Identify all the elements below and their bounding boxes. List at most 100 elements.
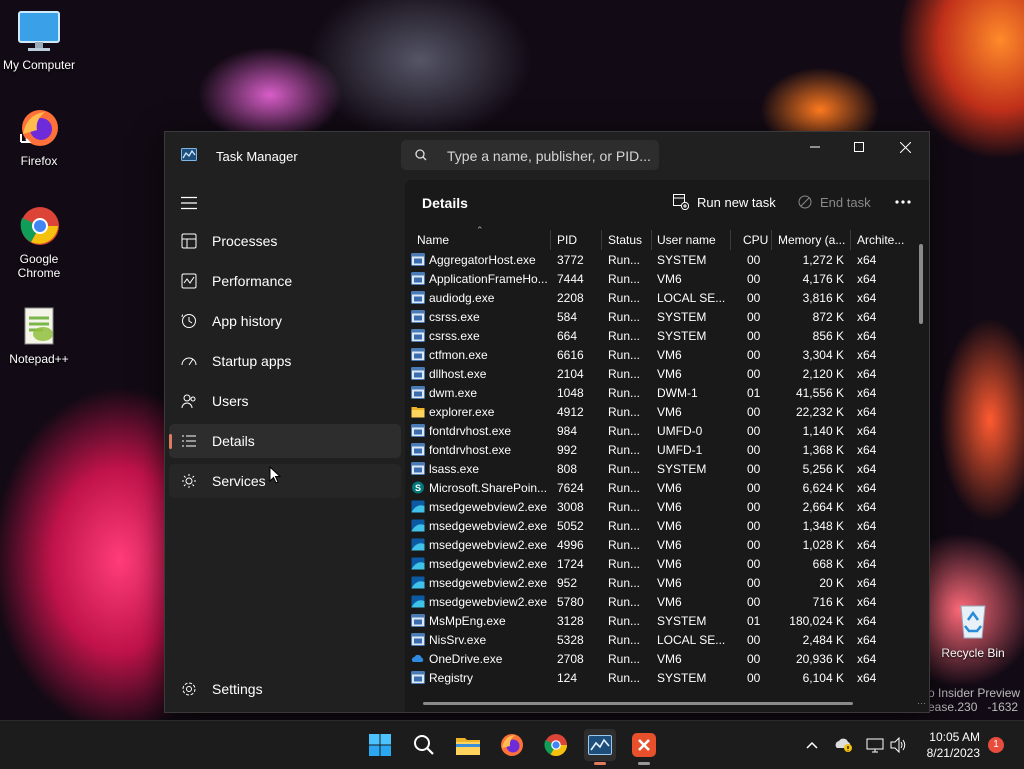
column-divider[interactable] [550, 230, 551, 250]
table-row[interactable]: AggregatorHost.exe 3772 Run... SYSTEM 00 1,27… [405, 251, 915, 270]
cell-name: ctfmon.exe [429, 348, 488, 362]
chevron-up-icon [806, 741, 818, 749]
running-app-indicator [638, 762, 650, 765]
cell-user: VM6 [657, 500, 682, 514]
process-icon [411, 310, 425, 323]
details-icon [182, 435, 196, 447]
table-row[interactable]: csrss.exe 584 Run... SYSTEM 00 872 K x64 [405, 308, 915, 327]
cell-pid: 3008 [557, 500, 584, 514]
system-clock[interactable]: 10:05 AM 8/21/2023 [918, 729, 980, 761]
table-row[interactable]: msedgewebview2.exe 1724 Run... VM6 00 668 K x6… [405, 555, 915, 574]
cell-name: explorer.exe [429, 405, 495, 419]
column-header-pid[interactable]: PID [557, 233, 577, 247]
title-bar[interactable]: Task Manager [165, 132, 929, 180]
nav-item-startup-apps[interactable]: Startup apps [169, 344, 401, 378]
resize-grip-icon[interactable]: ⋯ [917, 698, 926, 709]
volume-tray-button[interactable] [886, 729, 912, 761]
table-row[interactable]: MsMpEng.exe 3128 Run... SYSTEM 01 180,024 K x6… [405, 612, 915, 631]
column-header-name[interactable]: Name [417, 233, 449, 247]
column-header-memory[interactable]: Memory (a... [778, 233, 848, 247]
maximize-button[interactable] [836, 132, 882, 162]
column-divider[interactable] [651, 230, 652, 250]
column-header-architecture[interactable]: Archite... [857, 233, 913, 247]
cell-cpu: 00 [747, 348, 761, 362]
column-divider[interactable] [850, 230, 851, 250]
taskbar-firefox[interactable] [496, 729, 528, 761]
nav-item-app-history[interactable]: App history [169, 304, 401, 338]
search-input[interactable] [445, 140, 659, 172]
cell-arch: x64 [857, 595, 877, 609]
nav-item-users[interactable]: Users [169, 384, 401, 418]
desktop-icon-my-computer[interactable]: My Computer [0, 10, 78, 72]
nav-item-details[interactable]: Details [169, 424, 401, 458]
nav-item-settings[interactable]: Settings [169, 672, 401, 706]
cell-arch: x64 [857, 481, 877, 495]
column-header-status[interactable]: Status [608, 233, 642, 247]
table-row[interactable]: csrss.exe 664 Run... SYSTEM 00 856 K x64 [405, 327, 915, 346]
cell-name: AggregatorHost.exe [429, 253, 536, 267]
table-row[interactable]: msedgewebview2.exe 3008 Run... VM6 00 2,664 K… [405, 498, 915, 517]
onedrive-warning-icon [835, 738, 852, 752]
cell-status: Run... [608, 291, 641, 305]
start-button[interactable] [364, 729, 396, 761]
cell-mem: 856 K [812, 329, 844, 343]
desktop-icon-recycle-bin[interactable]: Recycle Bin [934, 598, 1012, 660]
desktop-icon-google-chrome[interactable]: Google Chrome [0, 204, 78, 280]
table-row[interactable]: msedgewebview2.exe 952 Run... VM6 00 20 K x64 [405, 574, 915, 593]
column-divider[interactable] [771, 230, 772, 250]
cell-name: Microsoft.SharePoin... [429, 481, 547, 495]
table-row[interactable]: audiodg.exe 2208 Run... LOCAL SE... 00 3,816 … [405, 289, 915, 308]
desktop-icon-notepad-plus-plus[interactable]: Notepad++ [0, 304, 78, 366]
taskbar-file-explorer[interactable] [452, 729, 484, 761]
cell-mem: 6,104 K [802, 671, 844, 685]
vertical-scrollbar-thumb[interactable] [919, 244, 923, 324]
table-row[interactable]: msedgewebview2.exe 4996 Run... VM6 00 1,028 K… [405, 536, 915, 555]
table-row[interactable]: fontdrvhost.exe 992 Run... UMFD-1 00 1,368 K x… [405, 441, 915, 460]
details-panel: Details Run new task End task ⌃ Name PID… [405, 180, 929, 712]
table-row[interactable]: dwm.exe 1048 Run... DWM-1 01 41,556 K x64 [405, 384, 915, 403]
table-row[interactable]: dllhost.exe 2104 Run... VM6 00 2,120 K x64 [405, 365, 915, 384]
column-divider[interactable] [601, 230, 602, 250]
column-header-cpu[interactable]: CPU [743, 233, 768, 247]
table-row[interactable]: msedgewebview2.exe 5052 Run... VM6 00 1,348 K… [405, 517, 915, 536]
cell-mem: 716 K [812, 595, 844, 609]
notification-badge[interactable]: 1 [988, 737, 1004, 753]
table-row[interactable]: msedgewebview2.exe 5780 Run... VM6 00 716 K x6… [405, 593, 915, 612]
table-row[interactable]: ctfmon.exe 6616 Run... VM6 00 3,304 K x64 [405, 346, 915, 365]
taskbar-task-manager[interactable] [584, 729, 616, 765]
cell-arch: x64 [857, 367, 877, 381]
desktop-icon-label: Google Chrome [17, 252, 61, 280]
table-row[interactable]: NisSrv.exe 5328 Run... LOCAL SE... 00 2,484 K… [405, 631, 915, 650]
table-row[interactable]: lsass.exe 808 Run... SYSTEM 00 5,256 K x64 [405, 460, 915, 479]
search-box[interactable] [401, 140, 659, 172]
run-new-task-button[interactable]: Run new task [673, 188, 776, 216]
table-row[interactable]: ApplicationFrameHo... 7444 Run... VM6 00 4,17… [405, 270, 915, 289]
show-hidden-icons-button[interactable] [798, 729, 826, 761]
nav-item-processes[interactable]: Processes [169, 224, 401, 258]
table-row[interactable]: Registry 124 Run... SYSTEM 00 6,104 K x64 [405, 669, 915, 688]
end-task-button[interactable]: End task [798, 188, 871, 216]
column-header-user-name[interactable]: User name [657, 233, 716, 247]
settings-gear-icon [182, 682, 196, 696]
table-row[interactable]: explorer.exe 4912 Run... VM6 00 22,232 K x64 [405, 403, 915, 422]
column-divider[interactable] [730, 230, 731, 250]
minimize-button[interactable] [792, 132, 838, 162]
taskbar-chrome[interactable] [540, 729, 572, 761]
hamburger-menu-icon[interactable] [181, 196, 197, 210]
onedrive-tray-button[interactable] [830, 729, 858, 761]
table-row[interactable]: fontdrvhost.exe 984 Run... UMFD-0 00 1,140 K x… [405, 422, 915, 441]
nav-item-performance[interactable]: Performance [169, 264, 401, 298]
more-options-button[interactable] [891, 190, 915, 214]
taskbar-search-button[interactable] [408, 729, 440, 761]
desktop-icon-firefox[interactable]: Firefox [0, 106, 78, 168]
taskbar-app-red[interactable] [628, 729, 660, 765]
cell-user: VM6 [657, 538, 682, 552]
table-row[interactable]: OneDrive.exe 2708 Run... VM6 00 20,936 K x64 [405, 650, 915, 669]
performance-icon [181, 273, 197, 289]
network-tray-button[interactable] [862, 729, 888, 761]
table-row[interactable]: S Microsoft.SharePoin... 7624 Run... VM6 00 6,… [405, 479, 915, 498]
cell-arch: x64 [857, 652, 877, 666]
nav-item-services[interactable]: Services [169, 464, 401, 498]
close-button[interactable] [882, 132, 928, 162]
horizontal-scrollbar-thumb[interactable] [423, 702, 853, 705]
